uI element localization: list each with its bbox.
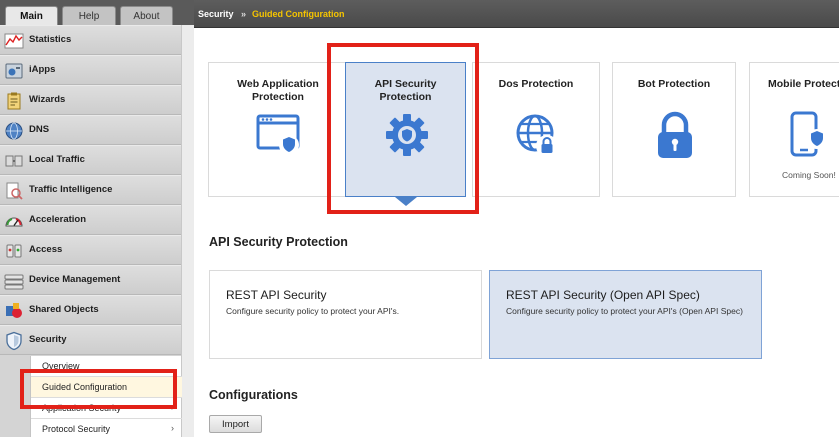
service-card-title: Mobile Protect xyxy=(768,78,839,90)
local-traffic-icon xyxy=(5,155,23,167)
nav-item-label: DNS xyxy=(29,124,50,135)
globe-lock-icon xyxy=(516,114,558,157)
guided-configuration-page: Web Application Protection API Security … xyxy=(194,28,839,437)
nav-item-label: Local Traffic xyxy=(29,154,85,165)
nav-item-shared-objects[interactable]: Shared Objects xyxy=(0,295,181,325)
access-icon xyxy=(6,244,22,258)
wizards-clipboard-icon xyxy=(7,92,21,110)
acceleration-gauge-icon xyxy=(5,217,23,227)
traffic-intelligence-icon xyxy=(6,182,23,200)
nav-item-label: Shared Objects xyxy=(29,304,99,315)
web-app-shield-icon xyxy=(256,114,300,155)
left-navigation: Main Help About Statistics iApps Wizards… xyxy=(0,0,194,437)
policy-card-rest-api-security-open-api-spec[interactable]: REST API Security (Open API Spec) Config… xyxy=(489,270,762,359)
selected-card-pointer xyxy=(395,197,417,206)
device-management-icon xyxy=(4,274,24,290)
nav-item-iapps[interactable]: iApps xyxy=(0,55,181,85)
policy-card-description: Configure security policy to protect you… xyxy=(506,306,743,316)
import-button[interactable]: Import xyxy=(209,415,262,433)
chevron-right-icon: › xyxy=(171,423,174,433)
policy-card-rest-api-security[interactable]: REST API Security Configure security pol… xyxy=(209,270,482,359)
nav-item-device-management[interactable]: Device Management xyxy=(0,265,181,295)
service-card-api-security-protection[interactable]: API Security Protection xyxy=(345,62,466,197)
nav-item-wizards[interactable]: Wizards xyxy=(0,85,181,115)
breadcrumb-page: Guided Configuration xyxy=(252,9,345,19)
policy-card-title: REST API Security (Open API Spec) xyxy=(506,288,700,302)
security-shield-icon xyxy=(6,331,22,351)
section-title: API Security Protection xyxy=(209,235,348,249)
iapps-icon xyxy=(5,63,23,79)
nav-item-traffic-intelligence[interactable]: Traffic Intelligence xyxy=(0,175,181,205)
submenu-item-application-security[interactable]: Application Security › xyxy=(31,398,182,419)
shared-objects-icon xyxy=(6,303,22,318)
nav-item-label: Device Management xyxy=(29,274,121,285)
policy-card-description: Configure security policy to protect you… xyxy=(226,306,400,316)
submenu-item-label: Overview xyxy=(42,361,80,371)
nav-item-label: Traffic Intelligence xyxy=(29,184,113,195)
chevron-right-icon: › xyxy=(171,402,174,412)
tab-about[interactable]: About xyxy=(120,6,173,25)
mobile-shield-icon xyxy=(790,111,827,157)
service-card-title: Dos Protection xyxy=(498,78,574,90)
padlock-icon xyxy=(658,111,692,158)
nav-item-statistics[interactable]: Statistics xyxy=(0,25,181,55)
submenu-item-overview[interactable]: Overview xyxy=(31,356,182,377)
service-card-mobile-protect[interactable]: Mobile Protect Coming Soon! xyxy=(749,62,839,197)
nav-item-label: iApps xyxy=(29,64,56,75)
main-content: Web Application Protection API Security … xyxy=(194,28,839,437)
breadcrumb-separator: » xyxy=(241,9,247,19)
breadcrumb-section[interactable]: Security xyxy=(198,9,234,19)
dns-globe-icon xyxy=(5,122,23,140)
sidebar-scrollbar[interactable] xyxy=(181,25,194,437)
coming-soon-note: Coming Soon! xyxy=(782,170,836,180)
policy-card-title: REST API Security xyxy=(226,288,327,302)
nav-item-label: Statistics xyxy=(29,34,72,45)
configurations-title: Configurations xyxy=(209,388,298,402)
title-bar: Security » Guided Configuration xyxy=(194,0,839,28)
service-card-web-application-protection[interactable]: Web Application Protection xyxy=(208,62,348,197)
service-card-bot-protection[interactable]: Bot Protection xyxy=(612,62,736,197)
nav-item-security[interactable]: Security xyxy=(0,325,181,355)
submenu-item-protocol-security[interactable]: Protocol Security › xyxy=(31,419,182,437)
nav-item-label: Access xyxy=(29,244,63,255)
submenu-item-label: Protocol Security xyxy=(42,424,111,434)
nav-item-local-traffic[interactable]: Local Traffic xyxy=(0,145,181,175)
security-submenu: Overview Guided Configuration Applicatio… xyxy=(30,356,182,437)
service-card-title: Web Application Protection xyxy=(237,78,319,103)
nav-item-label: Security xyxy=(29,334,67,345)
submenu-item-label: Application Security xyxy=(42,403,122,413)
tab-main[interactable]: Main xyxy=(5,6,58,25)
service-card-title: API Security Protection xyxy=(374,78,437,103)
nav-item-label: Wizards xyxy=(29,94,66,105)
statistics-chart-icon xyxy=(4,33,24,49)
nav-item-acceleration[interactable]: Acceleration xyxy=(0,205,181,235)
nav-item-dns[interactable]: DNS xyxy=(0,115,181,145)
nav-item-label: Acceleration xyxy=(29,214,87,225)
service-card-title: Bot Protection xyxy=(637,78,711,90)
tab-help[interactable]: Help xyxy=(62,6,116,25)
gear-shield-icon xyxy=(386,114,428,156)
nav-tab-bar: Main Help About xyxy=(0,0,194,25)
service-card-dos-protection[interactable]: Dos Protection xyxy=(472,62,600,197)
submenu-item-guided-configuration[interactable]: Guided Configuration xyxy=(31,377,182,398)
submenu-item-label: Guided Configuration xyxy=(42,382,128,392)
nav-item-access[interactable]: Access xyxy=(0,235,181,265)
